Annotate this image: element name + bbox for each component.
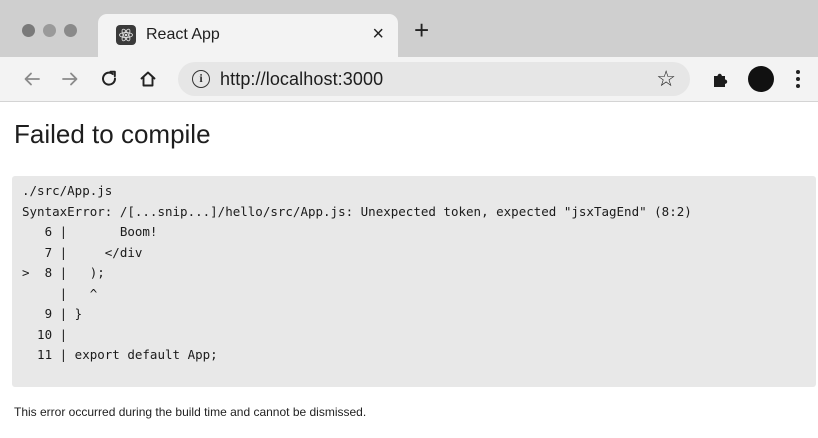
code-frame-line: 6 | Boom! — [22, 224, 158, 239]
minimize-window-button[interactable] — [43, 24, 56, 37]
tab-title: React App — [146, 26, 220, 43]
address-bar[interactable]: i http://localhost:3000 ☆ — [178, 62, 690, 96]
code-frame-line: 11 | export default App; — [22, 347, 218, 362]
extensions-icon[interactable] — [710, 68, 732, 90]
profile-avatar[interactable] — [748, 66, 774, 92]
tab-react-app[interactable]: React App × — [98, 14, 398, 57]
url-text[interactable]: http://localhost:3000 — [220, 69, 383, 90]
react-favicon-icon — [116, 25, 136, 45]
info-icon[interactable]: i — [192, 70, 210, 88]
code-frame-caret: | ^ — [22, 285, 98, 301]
tab-close-icon[interactable]: × — [372, 23, 384, 45]
code-frame-line: 10 | — [22, 326, 68, 342]
build-error-note: This error occurred during the build tim… — [14, 405, 367, 419]
browser-tab-strip: React App × + — [0, 0, 818, 57]
new-tab-button[interactable]: + — [414, 17, 429, 43]
reload-icon[interactable] — [95, 65, 123, 93]
code-frame-line-highlighted: > 8 | ); — [22, 265, 105, 280]
menu-icon[interactable] — [792, 65, 804, 93]
back-icon[interactable] — [18, 65, 46, 93]
window-controls — [22, 24, 77, 37]
browser-toolbar: i http://localhost:3000 ☆ — [0, 57, 818, 102]
zoom-window-button[interactable] — [64, 24, 77, 37]
error-overlay-box: ./src/App.js SyntaxError: /[...snip...]/… — [12, 176, 816, 387]
code-frame-line: 9 | } — [22, 306, 83, 321]
forward-icon[interactable] — [56, 65, 84, 93]
star-icon[interactable]: ☆ — [656, 66, 676, 92]
home-icon[interactable] — [134, 65, 162, 93]
close-window-button[interactable] — [22, 24, 35, 37]
error-line: ./src/App.js — [22, 183, 113, 198]
page-title: Failed to compile — [14, 119, 211, 149]
code-frame-line: 7 | </div — [22, 244, 143, 260]
error-line: SyntaxError: /[...snip...]/hello/src/App… — [22, 203, 692, 219]
